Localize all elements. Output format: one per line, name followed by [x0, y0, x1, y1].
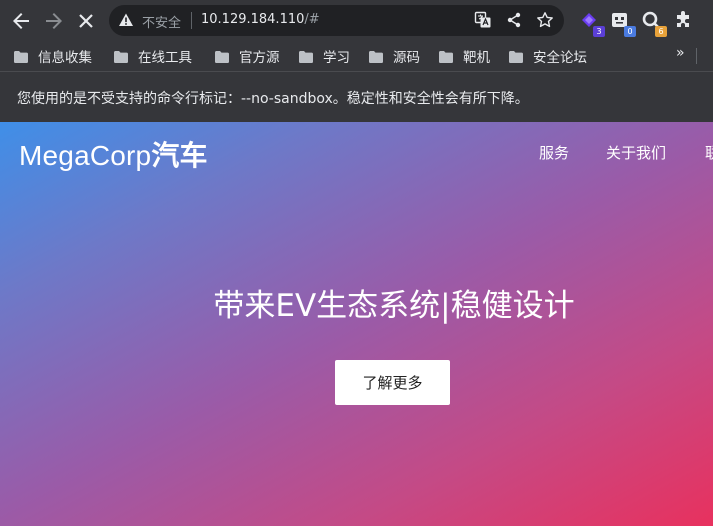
bookmarks-divider: [696, 48, 697, 64]
folder-icon: [299, 50, 313, 63]
url-text[interactable]: 10.129.184.110/#: [201, 12, 320, 27]
bookmark-label: 靶机: [463, 50, 490, 66]
url-path: /#: [304, 12, 320, 27]
share-icon[interactable]: [505, 11, 523, 29]
learn-more-button[interactable]: 了解更多: [335, 360, 450, 405]
bookmark-folder[interactable]: 官方源: [215, 46, 280, 66]
address-bar-divider: [191, 12, 192, 29]
bookmark-folder[interactable]: 安全论坛: [509, 46, 587, 66]
folder-icon: [509, 50, 523, 63]
back-arrow-icon[interactable]: [9, 9, 33, 33]
puzzle-extensions-icon[interactable]: [673, 10, 697, 34]
folder-icon: [14, 50, 28, 63]
bookmark-folder[interactable]: 在线工具: [114, 46, 192, 66]
brand-suffix: 汽车: [151, 140, 208, 171]
bookmark-folder[interactable]: 靶机: [439, 46, 490, 66]
folder-icon: [369, 50, 383, 63]
bookmark-label: 安全论坛: [533, 50, 587, 66]
forward-arrow-icon[interactable]: [42, 9, 66, 33]
bookmark-label: 在线工具: [138, 50, 192, 66]
hero-title: 带来EV生态系统|稳健设计: [213, 288, 575, 324]
warning-icon[interactable]: [118, 12, 134, 28]
address-bar[interactable]: 不安全 10.129.184.110/#: [109, 5, 564, 36]
stop-loading-icon[interactable]: [74, 9, 98, 33]
warning-infobar: 您使用的是不受支持的命令行标记：--no-sandbox。稳定性和安全性会有所下…: [0, 71, 713, 122]
extension-badge: 6: [655, 26, 667, 37]
extension-badge: 0: [624, 26, 636, 37]
extension-purple-icon[interactable]: 3: [579, 10, 605, 37]
nav-link-contact[interactable]: 联: [705, 142, 713, 163]
folder-icon: [114, 50, 128, 63]
bookmark-label: 学习: [323, 50, 350, 66]
site-logo[interactable]: MegaCorp汽车: [19, 134, 208, 174]
folder-icon: [215, 50, 229, 63]
security-status-label[interactable]: 不安全: [142, 12, 181, 31]
extension-badge: 3: [593, 26, 605, 37]
folder-icon: [439, 50, 453, 63]
bookmark-star-icon[interactable]: [536, 11, 554, 29]
brand-name: MegaCorp: [19, 140, 152, 171]
bookmarks-overflow-button[interactable]: »: [676, 45, 685, 61]
bookmark-folder[interactable]: 信息收集: [14, 46, 92, 66]
bookmark-folder[interactable]: 学习: [299, 46, 350, 66]
web-page: MegaCorp汽车 服务 关于我们 联 带来EV生态系统|稳健设计 了解更多: [0, 122, 713, 526]
url-host: 10.129.184.110: [201, 12, 305, 27]
extension-robot-icon[interactable]: 0: [610, 10, 636, 37]
bookmark-label: 源码: [393, 50, 420, 66]
bookmark-folder[interactable]: 源码: [369, 46, 420, 66]
bookmarks-bar: 信息收集 在线工具 官方源 学习 源码 靶机 安全论坛 »: [0, 41, 713, 71]
bookmark-label: 信息收集: [38, 50, 92, 66]
nav-link-about[interactable]: 关于我们: [606, 142, 666, 163]
nav-link-services[interactable]: 服务: [539, 142, 569, 163]
bookmark-label: 官方源: [239, 50, 280, 66]
infobar-message: 您使用的是不受支持的命令行标记：--no-sandbox。稳定性和安全性会有所下…: [17, 91, 529, 107]
browser-toolbar: 不安全 10.129.184.110/# 3 0 6: [0, 0, 713, 41]
translate-icon[interactable]: [474, 11, 492, 29]
extension-search-icon[interactable]: 6: [641, 10, 667, 37]
